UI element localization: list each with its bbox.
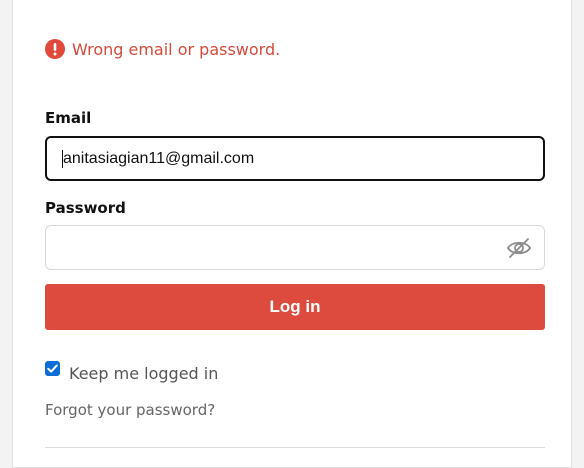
forgot-password-link[interactable]: Forgot your password? [45,401,215,419]
checkmark-icon [47,364,58,373]
divider [45,447,545,448]
email-label: Email [45,109,92,127]
keep-logged-in[interactable]: Keep me logged in [45,358,218,383]
email-field[interactable]: anitasiagian11@gmail.com [45,136,545,181]
keep-logged-in-checkbox[interactable] [45,361,60,376]
password-label: Password [45,199,126,217]
login-card: Wrong email or password. Email anitasiag… [12,0,572,468]
exclamation-circle-icon [45,39,65,59]
password-field[interactable] [45,225,545,270]
error-text: Wrong email or password. [72,39,281,59]
keep-logged-in-label[interactable]: Keep me logged in [69,364,218,383]
login-button[interactable]: Log in [45,284,545,330]
error-message: Wrong email or password. [45,39,280,59]
email-value: anitasiagian11@gmail.com [63,149,255,167]
eye-slash-icon[interactable] [506,237,532,259]
